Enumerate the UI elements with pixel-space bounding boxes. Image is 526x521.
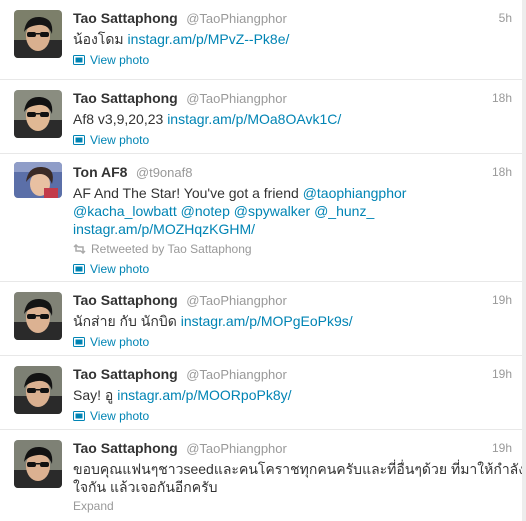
tweet-item[interactable]: Tao Sattaphong @TaoPhiangphor 19h ขอบคุณ… xyxy=(0,430,526,521)
photo-icon xyxy=(73,411,85,421)
mention-link[interactable]: @notep xyxy=(181,203,230,219)
avatar-photo-icon xyxy=(14,10,62,58)
tweet-username[interactable]: @TaoPhiangphor xyxy=(186,11,287,26)
timeline: Tao Sattaphong @TaoPhiangphor 5h น้องโดม… xyxy=(0,0,526,521)
tweet-timestamp[interactable]: 18h xyxy=(492,89,512,107)
view-photo-button[interactable]: View photo xyxy=(73,261,149,277)
tweet-item[interactable]: Tao Sattaphong @TaoPhiangphor 19h Say! อ… xyxy=(0,356,526,430)
tweet-username[interactable]: @TaoPhiangphor xyxy=(186,367,287,382)
tweet-fullname[interactable]: Tao Sattaphong xyxy=(73,440,178,456)
tweet-fullname[interactable]: Tao Sattaphong xyxy=(73,10,178,26)
tweet-text: Af8 v3,9,20,23 instagr.am/p/MOa8OAvk1C/ xyxy=(73,111,342,127)
tweet-fullname[interactable]: Tao Sattaphong xyxy=(73,90,178,106)
tweet-timestamp[interactable]: 5h xyxy=(499,9,512,27)
tweet-link[interactable]: instagr.am/p/MOZHqzKGHM/ xyxy=(73,221,255,237)
tweet-timestamp[interactable]: 19h xyxy=(492,291,512,309)
view-photo-button[interactable]: View photo xyxy=(73,132,149,148)
tweet-fullname[interactable]: Tao Sattaphong xyxy=(73,366,178,382)
expand-button[interactable]: Expand xyxy=(73,499,512,513)
mention-link[interactable]: @kacha_lowbatt xyxy=(73,203,177,219)
mention-link[interactable]: @spywalker xyxy=(234,203,310,219)
tweet-item[interactable]: Tao Sattaphong @TaoPhiangphor 18h Af8 v3… xyxy=(0,80,526,154)
avatar[interactable] xyxy=(14,90,62,138)
photo-icon xyxy=(73,264,85,274)
avatar[interactable] xyxy=(14,292,62,340)
tweet-username[interactable]: @TaoPhiangphor xyxy=(186,91,287,106)
avatar-photo-icon xyxy=(14,162,62,198)
tweet-link[interactable]: instagr.am/p/MOPgEoPk9s/ xyxy=(181,313,353,329)
tweet-text: น้องโดม instagr.am/p/MPvZ--Pk8e/ xyxy=(73,31,290,47)
tweet-timestamp[interactable]: 18h xyxy=(492,163,512,181)
tweet-text: ขอบคุณแฟนๆชาวseedและคนโคราชทุกคนครับและท… xyxy=(73,461,526,495)
tweet-timestamp[interactable]: 19h xyxy=(492,439,512,457)
tweet-fullname[interactable]: Tao Sattaphong xyxy=(73,292,178,308)
avatar-photo-icon xyxy=(14,440,62,488)
view-photo-button[interactable]: View photo xyxy=(73,408,149,424)
tweet-item[interactable]: Ton AF8 @t9onaf8 18h AF And The Star! Yo… xyxy=(0,154,526,282)
tweet-username[interactable]: @TaoPhiangphor xyxy=(186,293,287,308)
view-photo-button[interactable]: View photo xyxy=(73,334,149,350)
tweet-fullname[interactable]: Ton AF8 xyxy=(73,164,127,180)
tweet-timestamp[interactable]: 19h xyxy=(492,365,512,383)
tweet-link[interactable]: instagr.am/p/MOa8OAvk1C/ xyxy=(167,111,341,127)
photo-icon xyxy=(73,135,85,145)
mention-link[interactable]: @taophiangphor xyxy=(303,185,407,201)
avatar[interactable] xyxy=(14,162,62,198)
avatar-photo-icon xyxy=(14,366,62,414)
view-photo-button[interactable]: View photo xyxy=(73,52,149,68)
avatar[interactable] xyxy=(14,10,62,58)
scrollbar[interactable] xyxy=(522,0,526,521)
tweet-text: Say! อู instagr.am/p/MOORpoPk8y/ xyxy=(73,387,292,403)
avatar[interactable] xyxy=(14,440,62,488)
tweet-text: นักส่าย กับ นักบิด instagr.am/p/MOPgEoPk… xyxy=(73,313,353,329)
tweet-item[interactable]: Tao Sattaphong @TaoPhiangphor 5h น้องโดม… xyxy=(0,0,526,80)
tweet-username[interactable]: @t9onaf8 xyxy=(136,165,193,180)
avatar[interactable] xyxy=(14,366,62,414)
tweet-text: AF And The Star! You've got a friend @ta… xyxy=(73,185,407,237)
retweeted-by[interactable]: Retweeted by Tao Sattaphong xyxy=(73,241,252,257)
photo-icon xyxy=(73,55,85,65)
photo-icon xyxy=(73,337,85,347)
tweet-username[interactable]: @TaoPhiangphor xyxy=(186,441,287,456)
retweet-icon xyxy=(73,244,86,254)
tweet-link[interactable]: instagr.am/p/MOORpoPk8y/ xyxy=(117,387,291,403)
avatar-photo-icon xyxy=(14,90,62,138)
tweet-item[interactable]: Tao Sattaphong @TaoPhiangphor 19h นักส่า… xyxy=(0,282,526,356)
mention-link[interactable]: @_hunz_ xyxy=(314,203,374,219)
tweet-link[interactable]: instagr.am/p/MPvZ--Pk8e/ xyxy=(128,31,290,47)
avatar-photo-icon xyxy=(14,292,62,340)
